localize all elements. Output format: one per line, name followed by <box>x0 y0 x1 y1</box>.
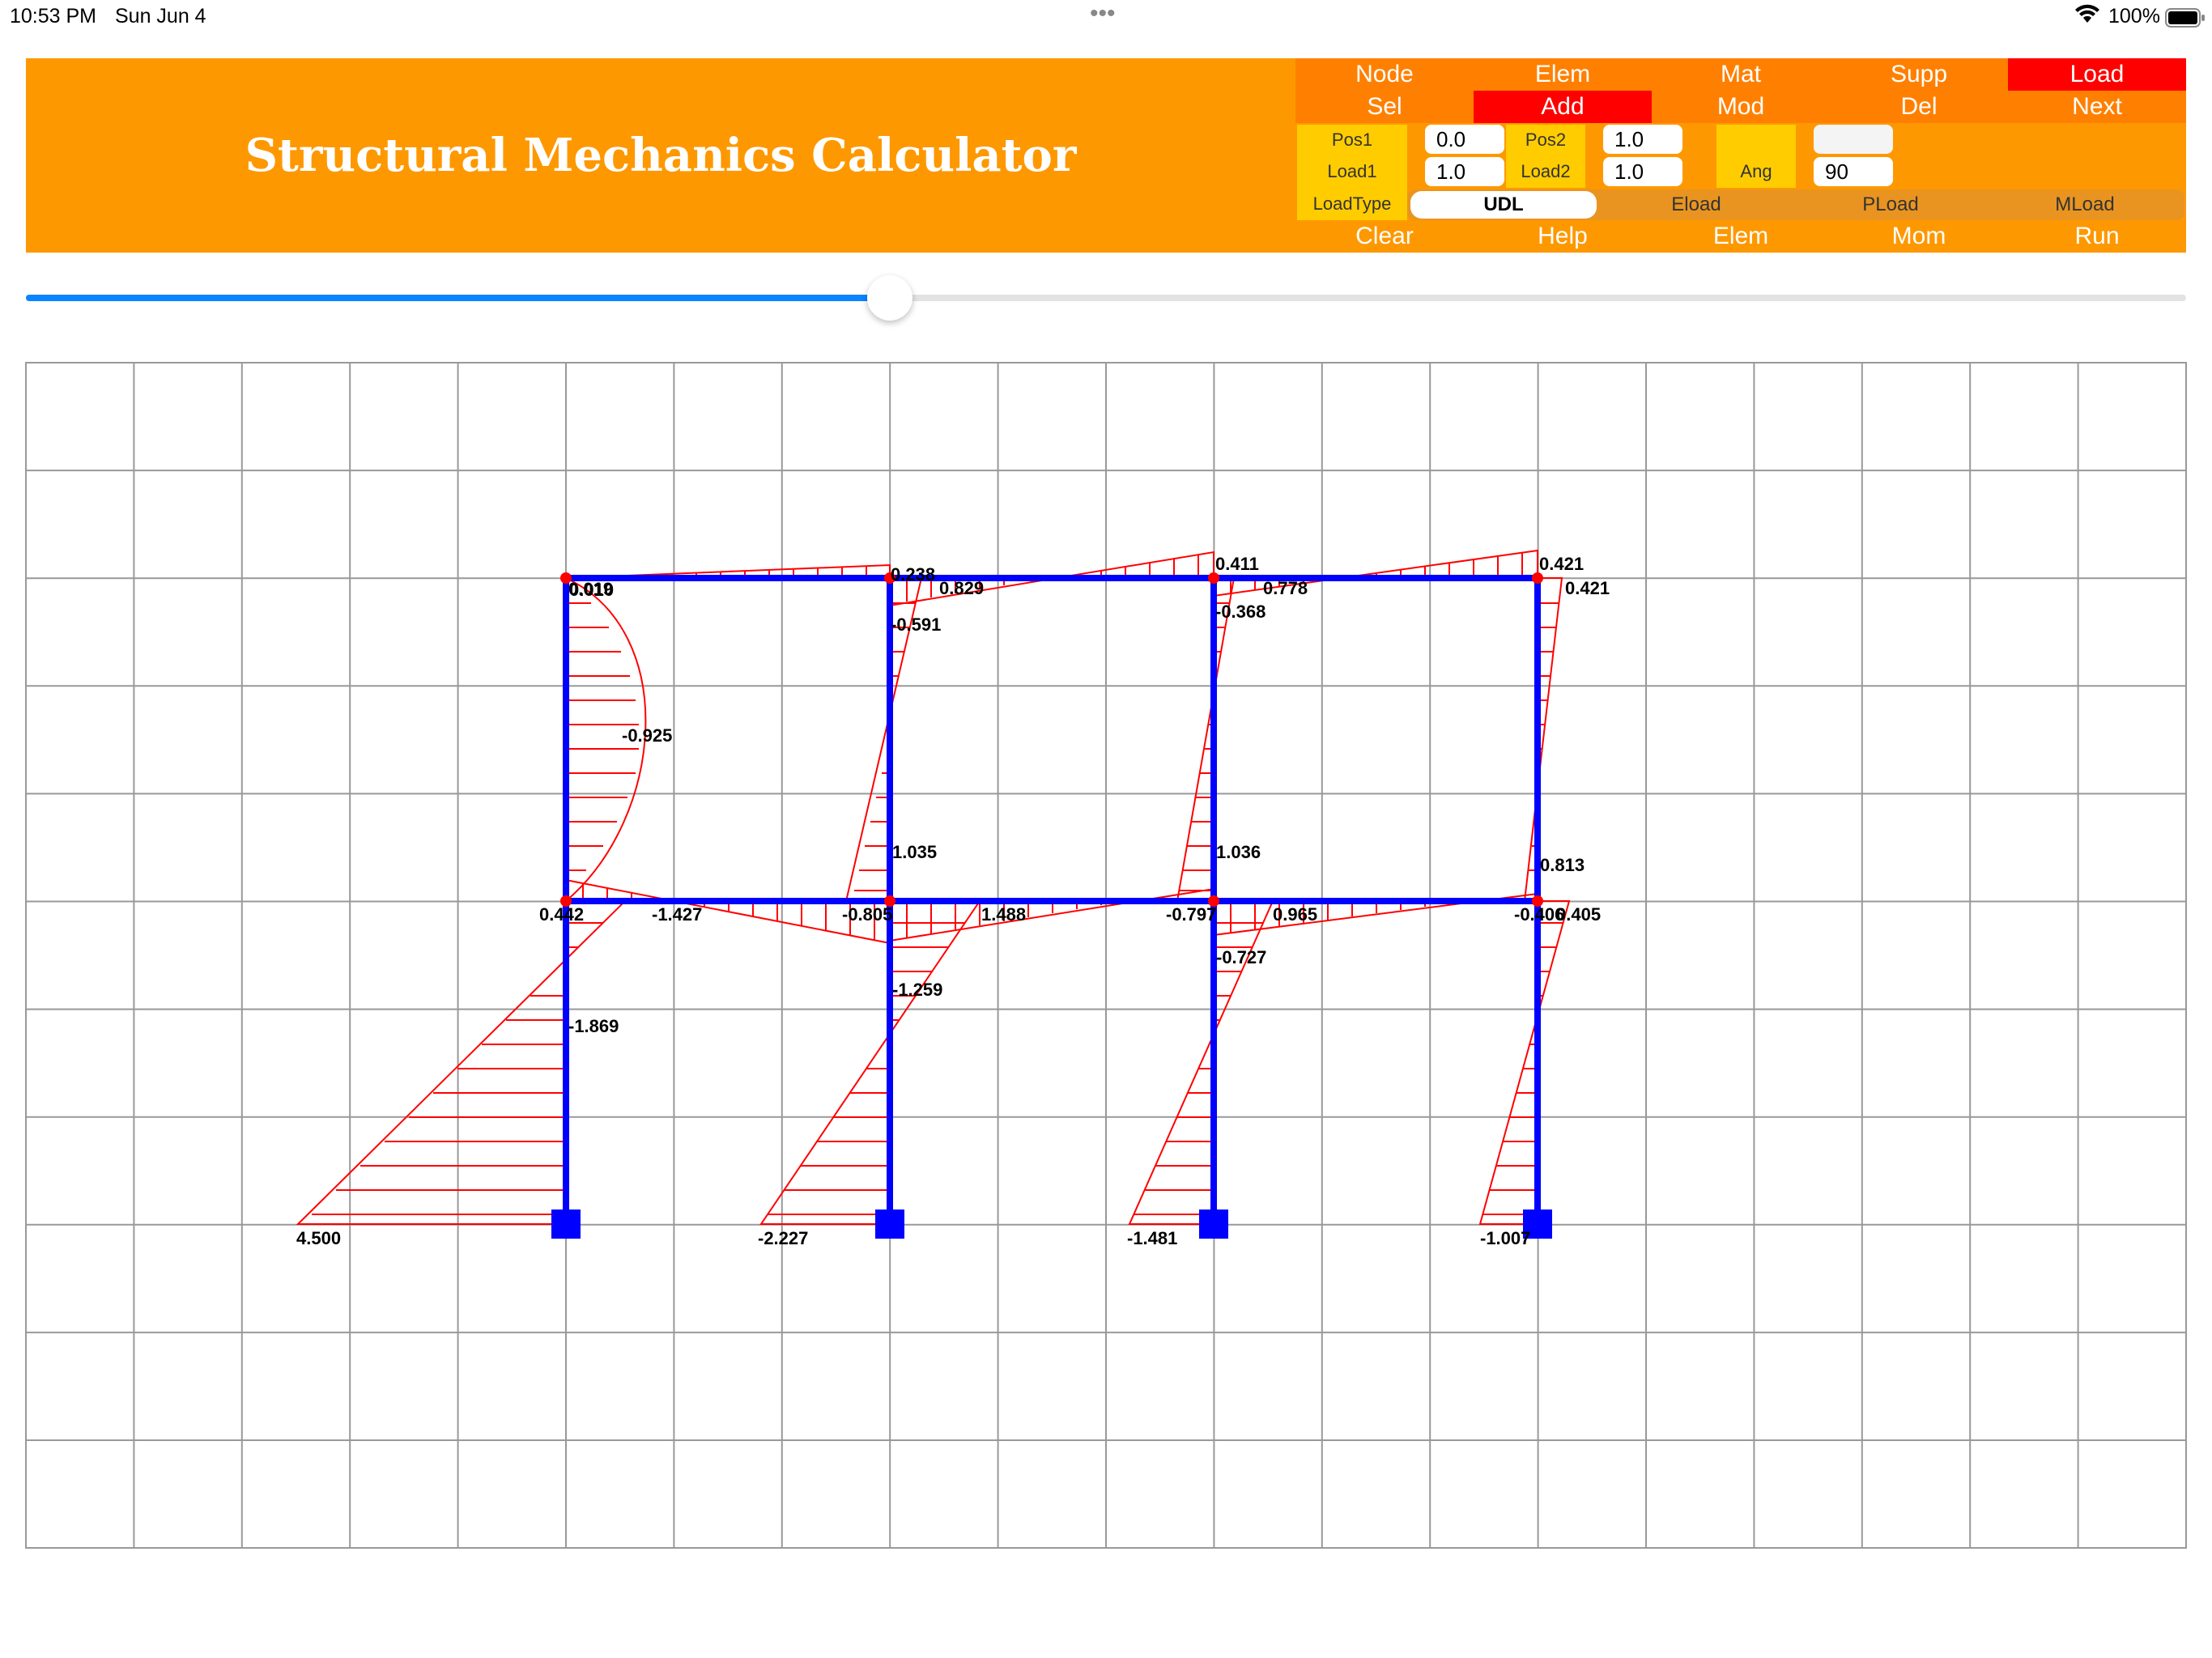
moment-label: 0.238 <box>891 564 935 585</box>
moment-label: -0.591 <box>891 614 941 635</box>
moment-label: 0.421 <box>1539 554 1584 574</box>
moment-label: -0.805 <box>842 904 892 925</box>
moment-label: -0.368 <box>1215 602 1266 622</box>
moment-label: 0.421 <box>1565 578 1610 598</box>
moment-diagram <box>296 549 1571 1225</box>
moment-label: 0.411 <box>1215 554 1259 574</box>
moment-label: -1.481 <box>1127 1228 1177 1248</box>
moment-label: 0.829 <box>939 578 984 598</box>
moment-label: -0.797 <box>1166 904 1216 925</box>
structure-canvas[interactable]: 0.019 0.010 0.238 0.829 0.411 0.778 0.42… <box>0 0 2212 1658</box>
moment-label: 0.010 <box>569 580 614 600</box>
moment-label: -2.227 <box>758 1228 808 1248</box>
moment-label: -0.727 <box>1216 947 1266 967</box>
moment-label: 0.778 <box>1263 578 1308 598</box>
moment-label: 1.035 <box>892 842 937 862</box>
nodes[interactable] <box>560 572 1543 907</box>
grid <box>25 362 2187 1549</box>
moment-label: -0.925 <box>622 725 672 746</box>
moment-label: 1.036 <box>1216 842 1261 862</box>
moment-label: 0.965 <box>1273 904 1317 925</box>
frame-members <box>563 575 1541 1224</box>
moment-label: 0.813 <box>1540 855 1585 875</box>
moment-label: -1.427 <box>652 904 702 925</box>
moment-label: 0.442 <box>539 904 584 925</box>
moment-label: -1.869 <box>568 1016 619 1036</box>
moment-label: -1.007 <box>1480 1228 1530 1248</box>
moment-label: -1.259 <box>892 980 942 1000</box>
moment-label: 0.405 <box>1556 904 1601 925</box>
moment-label: 4.500 <box>296 1228 341 1248</box>
moment-label: 1.488 <box>981 904 1026 925</box>
